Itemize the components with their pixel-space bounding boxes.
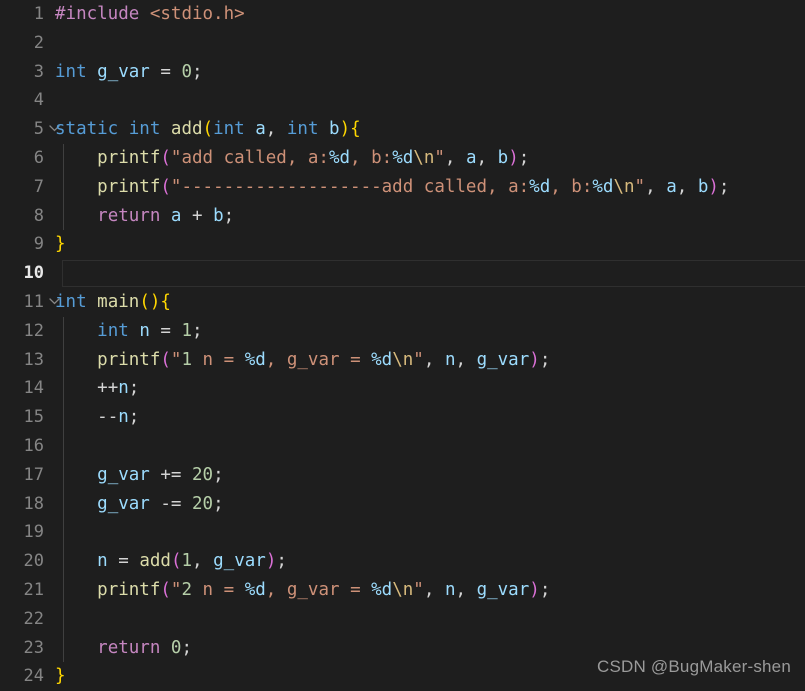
code-line[interactable]: 21 printf("2 n = %d, g_var = %d\n", n, g… xyxy=(0,575,805,605)
line-number: 13 xyxy=(23,349,44,370)
code-line[interactable]: 11 int main(){ xyxy=(0,288,805,317)
code-text: ++n; xyxy=(97,378,140,399)
code-line[interactable]: 3 int g_var = 0; xyxy=(0,58,805,87)
code-text: printf("2 n = %d, g_var = %d\n", n, g_va… xyxy=(97,579,551,600)
line-number: 1 xyxy=(33,4,44,24)
line-number: 23 xyxy=(23,637,44,658)
indent-guide xyxy=(63,518,64,548)
code-text: g_var += 20; xyxy=(97,464,224,485)
line-number: 6 xyxy=(33,147,44,168)
line-number: 12 xyxy=(23,320,44,341)
code-line[interactable]: 13 printf("1 n = %d, g_var = %d\n", n, g… xyxy=(0,345,805,375)
code-text: #include <stdio.h> xyxy=(55,4,245,24)
line-number: 16 xyxy=(23,435,44,456)
indent-guide xyxy=(63,604,64,634)
line-number: 2 xyxy=(33,32,44,53)
active-line-highlight xyxy=(62,260,805,287)
code-text: static int add(int a, int b){ xyxy=(55,119,361,140)
code-line[interactable]: 16 xyxy=(0,431,805,461)
line-number: 8 xyxy=(33,205,44,226)
code-line[interactable]: 8 return a + b; xyxy=(0,201,805,231)
code-line[interactable]: 2 xyxy=(0,29,805,58)
code-lines-container: 1 #include <stdio.h> 2 3 int g_var = 0; 4 5 sta… xyxy=(0,0,805,691)
code-line[interactable]: 17 g_var += 20; xyxy=(0,460,805,490)
code-text: int g_var = 0; xyxy=(55,61,203,82)
line-number: 18 xyxy=(23,493,44,514)
code-line[interactable]: 14 ++n; xyxy=(0,374,805,404)
line-number: 19 xyxy=(23,522,44,543)
watermark-text: CSDN @BugMaker-shen xyxy=(597,657,791,676)
line-number: 14 xyxy=(23,378,44,399)
line-number: 11 xyxy=(23,291,44,312)
line-number: 17 xyxy=(23,464,44,485)
code-text: printf("add called, a:%d, b:%d\n", a, b)… xyxy=(97,147,530,168)
code-text: int n = 1; xyxy=(97,320,203,341)
code-line[interactable]: 4 xyxy=(0,86,805,115)
code-text: return a + b; xyxy=(97,205,235,226)
code-text: int main(){ xyxy=(55,291,171,312)
code-line[interactable]: 6 printf("add called, a:%d, b:%d\n", a, … xyxy=(0,143,805,173)
code-line[interactable]: 10 xyxy=(0,259,805,288)
line-number: 3 xyxy=(33,61,44,82)
code-text: n = add(1, g_var); xyxy=(97,551,287,572)
line-number: 15 xyxy=(23,407,44,428)
code-line[interactable]: 7 printf("-------------------add called,… xyxy=(0,172,805,202)
code-line[interactable]: 18 g_var -= 20; xyxy=(0,489,805,519)
code-line[interactable]: 22 xyxy=(0,604,805,634)
code-text: --n; xyxy=(97,407,140,428)
line-number: 21 xyxy=(23,579,44,600)
line-number: 20 xyxy=(23,551,44,572)
line-number: 24 xyxy=(23,666,44,687)
code-text: printf("-------------------add called, a… xyxy=(97,176,730,197)
code-editor[interactable]: 1 #include <stdio.h> 2 3 int g_var = 0; 4 5 sta… xyxy=(0,0,805,691)
line-number: 9 xyxy=(33,234,44,255)
code-line[interactable]: 15 --n; xyxy=(0,403,805,432)
code-line[interactable]: 5 static int add(int a, int b){ xyxy=(0,115,805,144)
line-number: 22 xyxy=(23,608,44,629)
line-number: 7 xyxy=(33,176,44,197)
code-text: printf("1 n = %d, g_var = %d\n", n, g_va… xyxy=(97,349,551,370)
code-text: return 0; xyxy=(97,637,193,658)
code-line[interactable]: 12 int n = 1; xyxy=(0,316,805,346)
code-text: g_var -= 20; xyxy=(97,493,224,514)
line-number: 10 xyxy=(23,263,44,284)
indent-guide xyxy=(63,431,64,461)
code-line[interactable]: 20 n = add(1, g_var); xyxy=(0,547,805,576)
code-text: } xyxy=(55,234,66,255)
code-text: } xyxy=(55,666,66,687)
line-number: 4 xyxy=(33,90,44,111)
code-line[interactable]: 9} xyxy=(0,230,805,259)
code-line[interactable]: 1 #include <stdio.h> xyxy=(0,0,805,29)
code-line[interactable]: 19 xyxy=(0,518,805,548)
line-number: 5 xyxy=(33,119,44,140)
